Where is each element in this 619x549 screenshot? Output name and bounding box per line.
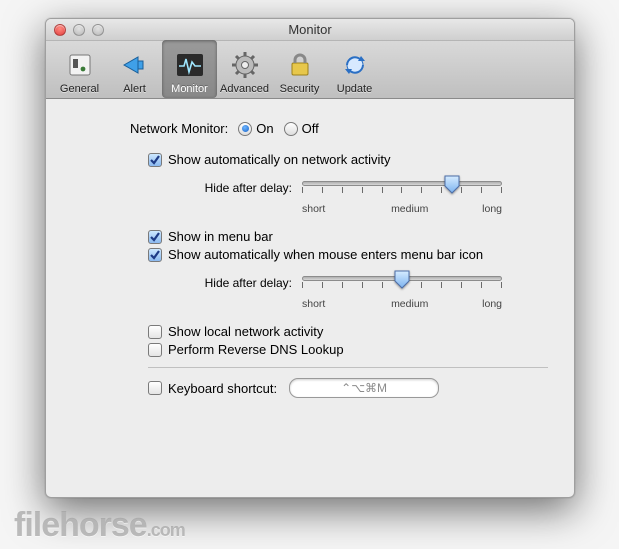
slider-control[interactable] (302, 268, 502, 298)
gear-icon (229, 49, 261, 81)
check-show-auto-hover[interactable]: Show automatically when mouse enters men… (148, 247, 548, 262)
checkbox-icon (148, 248, 162, 262)
slider-thumb[interactable] (443, 174, 461, 194)
checkbox-icon (148, 343, 162, 357)
check-label: Show in menu bar (168, 229, 273, 244)
megaphone-icon (119, 49, 151, 81)
tab-label: General (60, 83, 99, 95)
check-label: Keyboard shortcut: (168, 381, 277, 396)
check-label: Show local network activity (168, 324, 323, 339)
minimize-button[interactable] (73, 24, 85, 36)
network-monitor-label: Network Monitor: (130, 121, 228, 136)
radio-on[interactable]: On (238, 121, 273, 136)
tab-advanced[interactable]: Advanced (217, 40, 272, 98)
slider-label: Hide after delay: (192, 181, 292, 195)
slider-label: Hide after delay: (192, 276, 292, 290)
tab-label: Security (280, 83, 320, 95)
check-show-auto-activity[interactable]: Show automatically on network activity (148, 152, 548, 167)
check-keyboard-shortcut[interactable]: Keyboard shortcut: ⌃⌥⌘M (148, 378, 548, 398)
radio-on-label: On (256, 121, 273, 136)
slider-hide-delay-2: Hide after delay: short medium long (192, 268, 548, 310)
tab-general[interactable]: General (52, 40, 107, 98)
network-monitor-row: Network Monitor: On Off (130, 121, 548, 136)
preferences-window: Monitor General Alert Monitor Adv (45, 18, 575, 498)
slider-tick-labels: short medium long (302, 203, 502, 215)
radio-off[interactable]: Off (284, 121, 319, 136)
checkbox-icon (148, 230, 162, 244)
titlebar[interactable]: Monitor (46, 19, 574, 41)
slider-hide-delay-1: Hide after delay: short medium long (192, 173, 548, 215)
tab-label: Monitor (171, 83, 208, 95)
check-label: Show automatically when mouse enters men… (168, 247, 483, 262)
toolbar: General Alert Monitor Advanced Secu (46, 41, 574, 99)
shortcut-field[interactable]: ⌃⌥⌘M (289, 378, 439, 398)
slider-thumb[interactable] (393, 269, 411, 289)
checkbox-icon (148, 325, 162, 339)
check-label: Perform Reverse DNS Lookup (168, 342, 344, 357)
lock-icon (284, 49, 316, 81)
radio-off-label: Off (302, 121, 319, 136)
switch-icon (64, 49, 96, 81)
checkbox-icon (148, 381, 162, 395)
tab-label: Update (337, 83, 372, 95)
window-title: Monitor (46, 22, 574, 37)
tab-label: Alert (123, 83, 146, 95)
pulse-icon (174, 49, 206, 81)
check-show-local[interactable]: Show local network activity (148, 324, 548, 339)
content-panel: Network Monitor: On Off Show automatical… (46, 99, 574, 497)
zoom-button[interactable] (92, 24, 104, 36)
tab-alert[interactable]: Alert (107, 40, 162, 98)
checkbox-icon (148, 153, 162, 167)
watermark: filehorse.com (14, 506, 185, 545)
slider-control[interactable] (302, 173, 502, 203)
check-reverse-dns[interactable]: Perform Reverse DNS Lookup (148, 342, 548, 357)
tab-security[interactable]: Security (272, 40, 327, 98)
close-button[interactable] (54, 24, 66, 36)
tab-monitor[interactable]: Monitor (162, 40, 217, 98)
separator (148, 367, 548, 368)
refresh-globe-icon (339, 49, 371, 81)
traffic-lights (54, 24, 104, 36)
tab-label: Advanced (220, 83, 269, 95)
tab-update[interactable]: Update (327, 40, 382, 98)
check-label: Show automatically on network activity (168, 152, 391, 167)
check-show-menubar[interactable]: Show in menu bar (148, 229, 548, 244)
slider-tick-labels: short medium long (302, 298, 502, 310)
